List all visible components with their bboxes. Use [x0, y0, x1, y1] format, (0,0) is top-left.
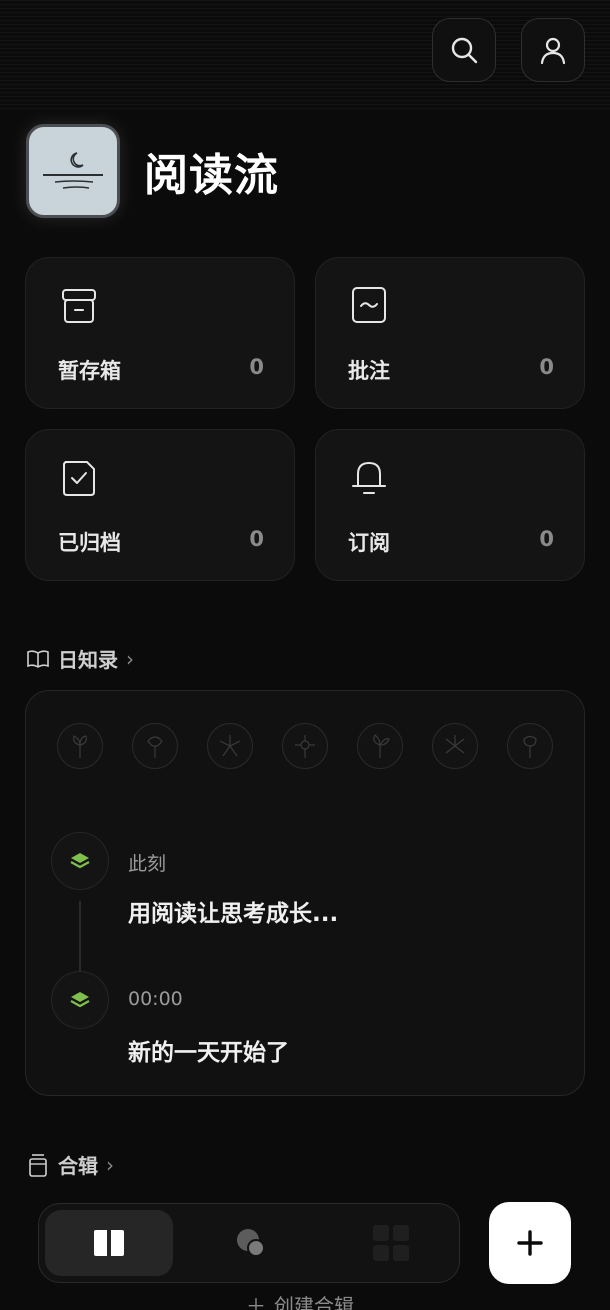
- card-label: 暂存箱: [58, 359, 121, 383]
- card-label: 批注: [348, 359, 390, 383]
- entry-time: 此刻: [128, 853, 167, 875]
- grid-icon: [373, 1225, 409, 1261]
- book-open-icon: [27, 649, 49, 668]
- annotation-icon: [352, 287, 386, 323]
- user-icon: [540, 37, 566, 65]
- chevron-right-icon: ›: [106, 1152, 114, 1177]
- plus-icon: ＋: [246, 1294, 266, 1310]
- flower-icon: [282, 723, 328, 769]
- search-button[interactable]: [432, 18, 496, 82]
- archive-check-icon: [63, 461, 95, 496]
- card-label: 订阅: [348, 531, 390, 555]
- shapes-icon: [237, 1229, 265, 1257]
- collection-section-link[interactable]: 合辑 ›: [26, 1150, 114, 1179]
- journal-section-title: 日知录: [58, 648, 118, 672]
- create-collection-label: 创建合辑: [274, 1294, 354, 1310]
- collection-section-title: 合辑: [58, 1154, 98, 1178]
- card-subscriptions[interactable]: 订阅 0: [315, 429, 585, 581]
- card-archived[interactable]: 已归档 0: [25, 429, 295, 581]
- bottom-nav: [38, 1203, 460, 1283]
- flower-icon: [132, 723, 178, 769]
- card-count: 0: [539, 527, 554, 551]
- flower-icon: [432, 723, 478, 769]
- create-collection-button[interactable]: ＋ 创建合辑: [246, 1290, 354, 1310]
- flower-icon: [57, 723, 103, 769]
- chevron-right-icon: ›: [126, 646, 134, 671]
- tab-discover[interactable]: [187, 1210, 315, 1276]
- bell-icon: [352, 461, 386, 494]
- card-inbox[interactable]: 暂存箱 0: [25, 257, 295, 409]
- book-icon: [94, 1230, 124, 1256]
- journal-card: 此刻 用阅读让思考成长... 00:00 新的一天开始了: [25, 690, 585, 1096]
- layers-icon: [70, 853, 90, 869]
- inbox-icon: [62, 289, 96, 323]
- tab-reading[interactable]: [45, 1210, 173, 1276]
- flower-icon: [507, 723, 553, 769]
- card-count: 0: [249, 355, 264, 379]
- app-logo: [26, 124, 120, 218]
- card-annotations[interactable]: 批注 0: [315, 257, 585, 409]
- entry-text[interactable]: 新的一天开始了: [128, 1033, 289, 1067]
- flower-icon: [207, 723, 253, 769]
- plus-icon: [517, 1230, 543, 1256]
- timeline-node: [51, 832, 109, 890]
- entry-text[interactable]: 用阅读让思考成长...: [128, 894, 338, 928]
- tab-grid[interactable]: [327, 1210, 455, 1276]
- top-texture: [0, 0, 610, 110]
- card-label: 已归档: [58, 531, 121, 555]
- journal-section-link[interactable]: 日知录 ›: [26, 644, 134, 673]
- profile-button[interactable]: [521, 18, 585, 82]
- moon-sea-icon: [43, 152, 103, 189]
- app-header: 阅读流: [26, 124, 279, 218]
- add-button[interactable]: [489, 1202, 571, 1284]
- search-icon: [451, 37, 478, 64]
- layers-icon: [70, 992, 90, 1008]
- timeline-node: [51, 971, 109, 1029]
- card-count: 0: [539, 355, 554, 379]
- jar-icon: [29, 1153, 47, 1177]
- card-count: 0: [249, 527, 264, 551]
- timeline-connector: [79, 901, 81, 971]
- flower-icon: [357, 723, 403, 769]
- entry-time: 00:00: [128, 988, 183, 1010]
- app-title: 阅读流: [144, 150, 279, 201]
